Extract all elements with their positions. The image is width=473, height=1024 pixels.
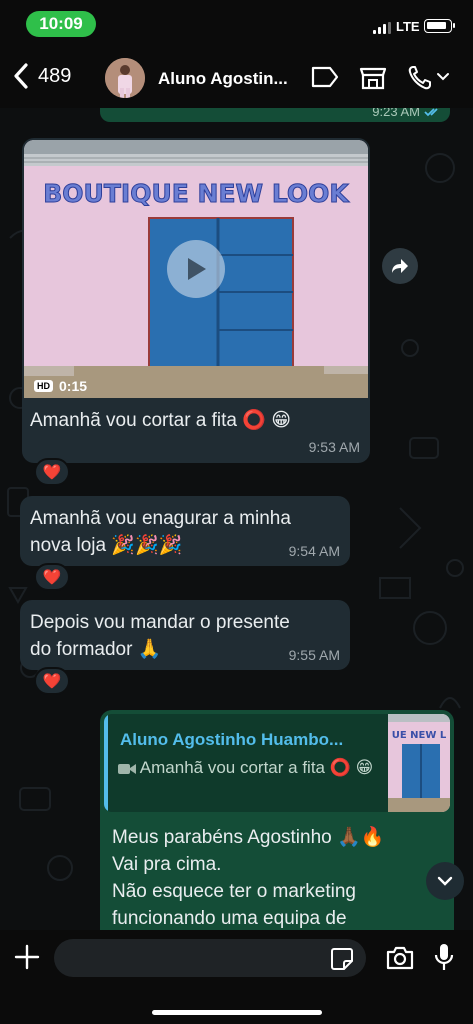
message-input[interactable] bbox=[54, 939, 366, 977]
video-thumbnail[interactable]: BOUTIQUE NEW LOOK HD 0:15 bbox=[24, 140, 368, 398]
chevron-down-icon bbox=[437, 876, 453, 886]
quote-bar bbox=[104, 714, 108, 812]
plus-icon[interactable] bbox=[14, 944, 40, 970]
video-message[interactable]: BOUTIQUE NEW LOOK HD 0:15 Amanhã vou cor… bbox=[22, 138, 370, 463]
message-time: 9:55 AM bbox=[288, 647, 340, 663]
play-icon bbox=[188, 258, 206, 280]
quoted-thumb-text: UE NEW L bbox=[392, 730, 447, 741]
quoted-text: Amanhã vou cortar a fita ⭕ 😁 bbox=[139, 758, 374, 777]
store-icon[interactable] bbox=[358, 64, 388, 92]
reaction-badge[interactable]: ❤️ bbox=[34, 563, 70, 591]
avatar[interactable] bbox=[105, 58, 145, 98]
microphone-icon[interactable] bbox=[434, 942, 454, 972]
chat-header: 489 Aluno Agostin... bbox=[0, 50, 473, 108]
outgoing-reply-message[interactable]: Aluno Agostinho Huambo... Amanhã vou cor… bbox=[100, 710, 454, 930]
video-duration: 0:15 bbox=[59, 378, 88, 394]
composer-bar bbox=[0, 930, 473, 1024]
message-text: Vai pra cima. bbox=[112, 854, 222, 875]
reaction-badge[interactable]: ❤️ bbox=[34, 667, 70, 695]
reaction-badge[interactable]: ❤️ bbox=[34, 458, 70, 486]
message-text: nova loja 🎉🎉🎉 bbox=[30, 535, 183, 556]
forward-icon bbox=[392, 259, 408, 273]
message-text: funcionando uma equipa de bbox=[112, 908, 347, 929]
chevron-left-icon bbox=[14, 63, 28, 89]
home-indicator[interactable] bbox=[152, 1010, 322, 1015]
play-button[interactable] bbox=[167, 240, 225, 298]
hd-badge: HD bbox=[34, 380, 53, 392]
message-time: 9:54 AM bbox=[288, 543, 340, 559]
quoted-sender: Aluno Agostinho Huambo... bbox=[120, 730, 344, 749]
previous-outgoing-message[interactable]: 9:23 AM bbox=[100, 108, 450, 122]
chat-area[interactable]: 9:23 AM BOUTIQUE NEW LOOK HD 0:15 Amanhã… bbox=[0, 108, 473, 930]
message-text: do formador 🙏 bbox=[30, 639, 162, 660]
chevron-down-icon[interactable] bbox=[436, 72, 450, 82]
unread-count: 489 bbox=[38, 64, 72, 87]
battery-icon bbox=[424, 19, 455, 33]
signal-icon bbox=[373, 22, 391, 34]
video-camera-icon bbox=[118, 763, 136, 774]
status-time: 10:09 bbox=[26, 11, 96, 37]
camera-icon[interactable] bbox=[385, 945, 415, 971]
message-text: Depois vou mandar o presente bbox=[30, 612, 290, 633]
incoming-message[interactable]: Depois vou mandar o presente do formador… bbox=[20, 600, 350, 670]
status-bar: 10:09 LTE bbox=[0, 0, 473, 48]
double-check-icon bbox=[424, 108, 438, 117]
message-text: Meus parabéns Agostinho 🙏🏾🔥 bbox=[112, 827, 385, 848]
message-time: 9:53 AM bbox=[308, 439, 360, 455]
message-input-wrapper bbox=[54, 939, 366, 977]
incoming-message[interactable]: Amanhã vou enagurar a minha nova loja 🎉🎉… bbox=[20, 496, 350, 566]
label-icon[interactable] bbox=[310, 64, 340, 90]
phone-call-icon[interactable] bbox=[406, 64, 434, 92]
message-time: 9:23 AM bbox=[372, 108, 420, 119]
forward-button[interactable] bbox=[382, 248, 418, 284]
sticker-icon[interactable] bbox=[330, 947, 354, 971]
message-text: Amanhã vou enagurar a minha bbox=[30, 508, 291, 529]
quoted-thumbnail: UE NEW L bbox=[388, 714, 450, 812]
video-caption: Amanhã vou cortar a fita ⭕ 😁 bbox=[30, 410, 292, 431]
battery-fill bbox=[427, 22, 446, 29]
contact-name[interactable]: Aluno Agostin... bbox=[158, 69, 288, 89]
scroll-to-bottom-button[interactable] bbox=[426, 862, 464, 900]
network-label: LTE bbox=[396, 19, 420, 34]
message-text: Não esquece ter o marketing bbox=[112, 881, 356, 902]
store-sign-text: BOUTIQUE NEW LOOK bbox=[43, 179, 350, 208]
quoted-message[interactable]: Aluno Agostinho Huambo... Amanhã vou cor… bbox=[104, 714, 450, 812]
back-button[interactable]: 489 bbox=[12, 62, 71, 90]
